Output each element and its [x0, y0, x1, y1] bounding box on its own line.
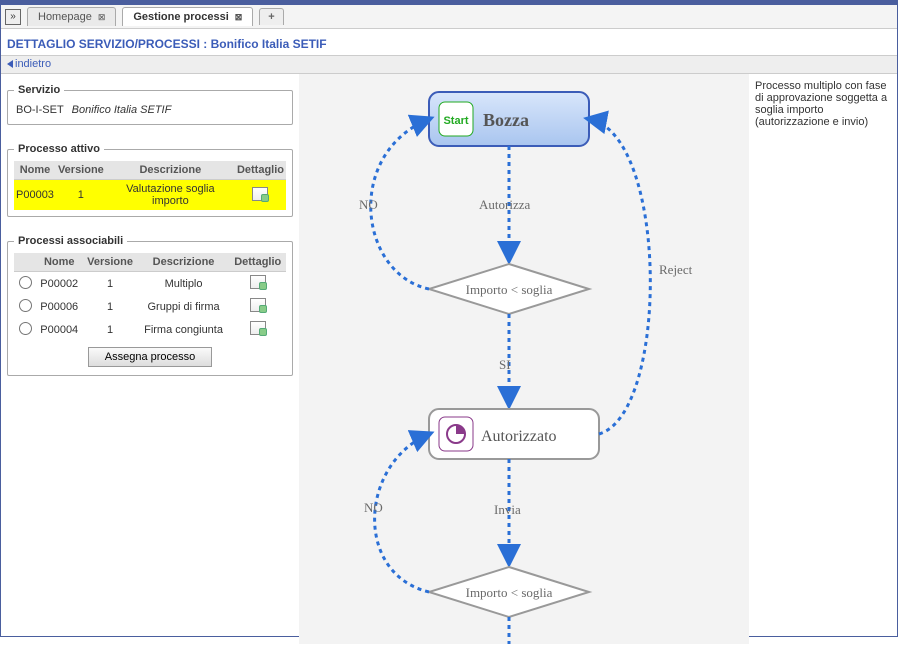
- arrow-left-icon: [7, 60, 13, 68]
- cell-versione: 1: [82, 318, 137, 341]
- cell-descrizione: Gruppi di firma: [138, 295, 230, 318]
- col-versione: Versione: [56, 161, 106, 180]
- tab-label: Homepage: [38, 11, 92, 23]
- edge-no-2: NO: [364, 500, 383, 515]
- select-radio[interactable]: [19, 322, 32, 335]
- select-radio[interactable]: [19, 276, 32, 289]
- process-diagram: Start Bozza Autorizza Importo < soglia N…: [299, 74, 749, 644]
- cell-versione: 1: [82, 295, 137, 318]
- servizio-legend: Servizio: [14, 84, 64, 96]
- edge-reject: Reject: [659, 262, 693, 277]
- cell-versione: 1: [82, 272, 137, 296]
- table-row: P000021Multiplo: [14, 272, 286, 296]
- cell-descrizione: Valutazione soglia importo: [106, 180, 235, 211]
- cell-descrizione: Multiplo: [138, 272, 230, 296]
- cell-versione: 1: [56, 180, 106, 211]
- cell-nome: P00006: [36, 295, 82, 318]
- processo-attivo-legend: Processo attivo: [14, 143, 104, 155]
- cell-descrizione: Firma congiunta: [138, 318, 230, 341]
- expand-menu-icon[interactable]: »: [5, 9, 21, 25]
- node-cond2-label: Importo < soglia: [466, 585, 553, 600]
- edge-no-1: NO: [359, 197, 378, 212]
- servizio-panel: Servizio BO-I-SET Bonifico Italia SETIF: [7, 84, 293, 125]
- select-radio[interactable]: [19, 299, 32, 312]
- node-bozza-label: Bozza: [483, 110, 529, 130]
- table-row: P000041Firma congiunta: [14, 318, 286, 341]
- processi-associabili-legend: Processi associabili: [14, 235, 127, 247]
- servizio-code: BO-I-SET: [16, 104, 64, 116]
- assegna-processo-button[interactable]: Assegna processo: [88, 347, 213, 367]
- detail-icon[interactable]: [250, 321, 266, 335]
- col-nome: Nome: [14, 161, 56, 180]
- cell-nome: P00002: [36, 272, 82, 296]
- edge-si: SI: [499, 357, 511, 372]
- col-descrizione: Descrizione: [106, 161, 235, 180]
- table-row: P000061Gruppi di firma: [14, 295, 286, 318]
- tab-homepage[interactable]: Homepage ⊠: [27, 7, 116, 26]
- page-title: DETTAGLIO SERVIZIO/PROCESSI : Bonifico I…: [1, 29, 897, 55]
- col-dettaglio: Dettaglio: [235, 161, 286, 180]
- tab-add[interactable]: +: [259, 8, 283, 25]
- close-icon[interactable]: ⊠: [235, 12, 243, 23]
- cell-nome: P00003: [14, 180, 56, 211]
- table-row: P00003 1 Valutazione soglia importo: [14, 180, 286, 211]
- tabs-bar: » Homepage ⊠ Gestione processi ⊠ +: [1, 5, 897, 29]
- col-descrizione: Descrizione: [138, 253, 230, 272]
- col-dettaglio: Dettaglio: [229, 253, 286, 272]
- processi-associabili-panel: Processi associabili Nome Versione Descr…: [7, 235, 293, 376]
- tab-gestione-processi[interactable]: Gestione processi ⊠: [122, 7, 253, 26]
- detail-icon[interactable]: [252, 187, 268, 201]
- back-label: indietro: [15, 58, 51, 70]
- edge-autorizza: Autorizza: [479, 197, 530, 212]
- tab-label: Gestione processi: [133, 11, 228, 23]
- col-versione: Versione: [82, 253, 137, 272]
- start-icon-label: Start: [443, 115, 468, 127]
- detail-icon[interactable]: [250, 298, 266, 312]
- back-link[interactable]: indietro: [7, 58, 51, 70]
- node-cond1-label: Importo < soglia: [466, 282, 553, 297]
- detail-icon[interactable]: [250, 275, 266, 289]
- processo-attivo-panel: Processo attivo Nome Versione Descrizion…: [7, 143, 293, 217]
- servizio-desc: Bonifico Italia SETIF: [72, 104, 172, 116]
- close-icon[interactable]: ⊠: [98, 12, 106, 23]
- process-description: Processo multiplo con fase di approvazio…: [755, 80, 891, 128]
- node-autorizzato-label: Autorizzato: [481, 428, 557, 445]
- cell-nome: P00004: [36, 318, 82, 341]
- edge-invia: Invia: [494, 502, 521, 517]
- col-nome: Nome: [36, 253, 82, 272]
